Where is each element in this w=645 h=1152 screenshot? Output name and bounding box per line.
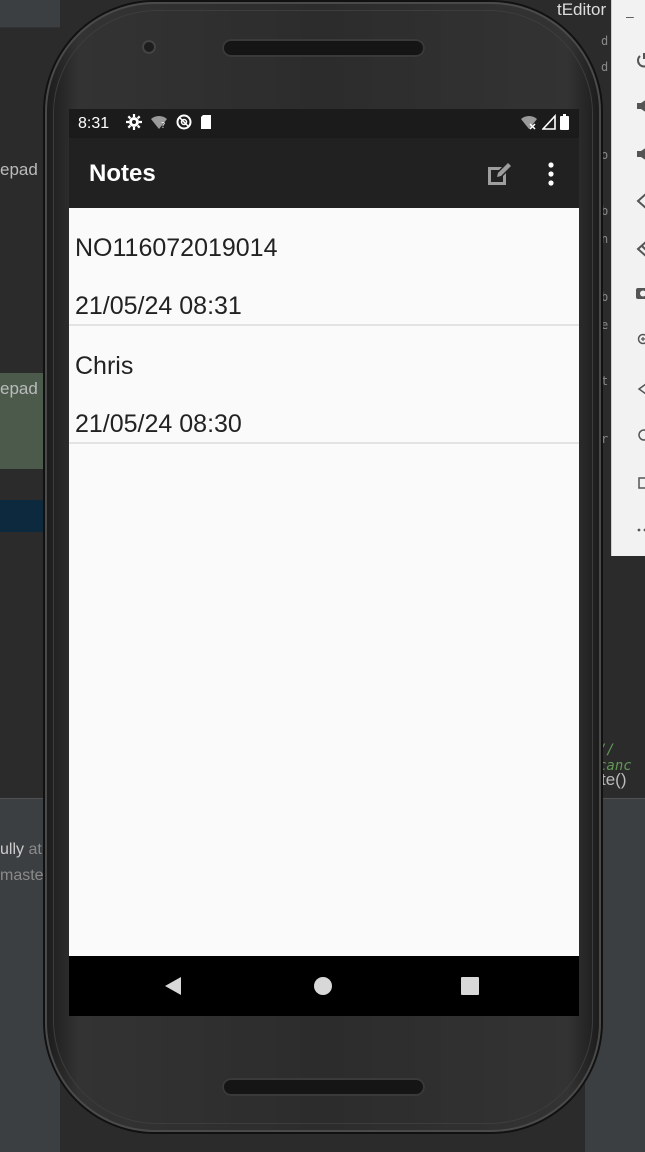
settings-icon [126,114,142,130]
navigation-bar [69,956,579,1016]
overflow-menu-icon[interactable] [539,160,563,188]
editor-tab-title[interactable]: tEditor [557,0,606,20]
note-date: 21/05/24 08:31 [75,292,242,320]
home-icon[interactable] [636,428,645,442]
emulator-toolbar: – [611,0,645,556]
note-title: Chris [75,352,134,380]
note-list-item[interactable]: Chris 21/05/24 08:30 [69,326,579,444]
nav-back-icon[interactable] [165,977,181,995]
note-list-item[interactable]: NO116072019014 21/05/24 08:31 [69,208,579,326]
code-function: te() [601,770,627,789]
rotate-right-icon[interactable] [636,240,645,258]
top-speaker [222,39,425,57]
app-bar: Notes [69,138,579,208]
minimize-icon[interactable]: – [626,8,634,24]
note-title: NO116072019014 [75,234,278,262]
tree-item-label: epad [0,379,38,398]
back-icon[interactable] [636,382,645,396]
overview-icon[interactable] [636,476,645,490]
wifi-question-icon: ? [151,115,167,130]
bottom-speaker [222,1078,425,1096]
data-saver-icon [176,114,192,130]
note-date: 21/05/24 08:30 [75,410,242,438]
zoom-icon[interactable] [636,332,645,346]
device-screen: 8:31 ? Notes NO116072019014 21/05/24 08:… [69,109,579,1016]
rotate-left-icon[interactable] [636,192,645,210]
more-icon[interactable] [636,524,645,534]
status-bar: 8:31 ? [69,109,579,138]
run-message-branch: maste [0,867,44,884]
new-note-icon[interactable] [485,159,513,187]
front-camera [142,40,156,54]
power-icon[interactable] [636,52,645,68]
volume-down-icon[interactable] [636,146,645,162]
status-notification-icons: ? [126,114,212,130]
notes-list: NO116072019014 21/05/24 08:31 Chris 21/0… [69,208,579,444]
app-title: Notes [89,160,156,187]
signal-icon [542,114,556,130]
camera-icon[interactable] [636,286,645,300]
tree-item-selected[interactable] [0,500,44,532]
svg-text:?: ? [161,121,165,130]
sd-card-icon [201,115,211,129]
ide-toolbar [0,0,60,28]
battery-icon [560,114,569,130]
volume-up-icon[interactable] [636,98,645,114]
nav-recents-icon[interactable] [461,977,479,995]
status-time: 8:31 [78,115,110,132]
wifi-off-icon [521,115,537,130]
status-system-icons [520,114,569,130]
run-message: ully at [0,841,42,858]
nav-home-icon[interactable] [314,977,332,995]
tree-item-label[interactable]: epad [0,160,38,180]
